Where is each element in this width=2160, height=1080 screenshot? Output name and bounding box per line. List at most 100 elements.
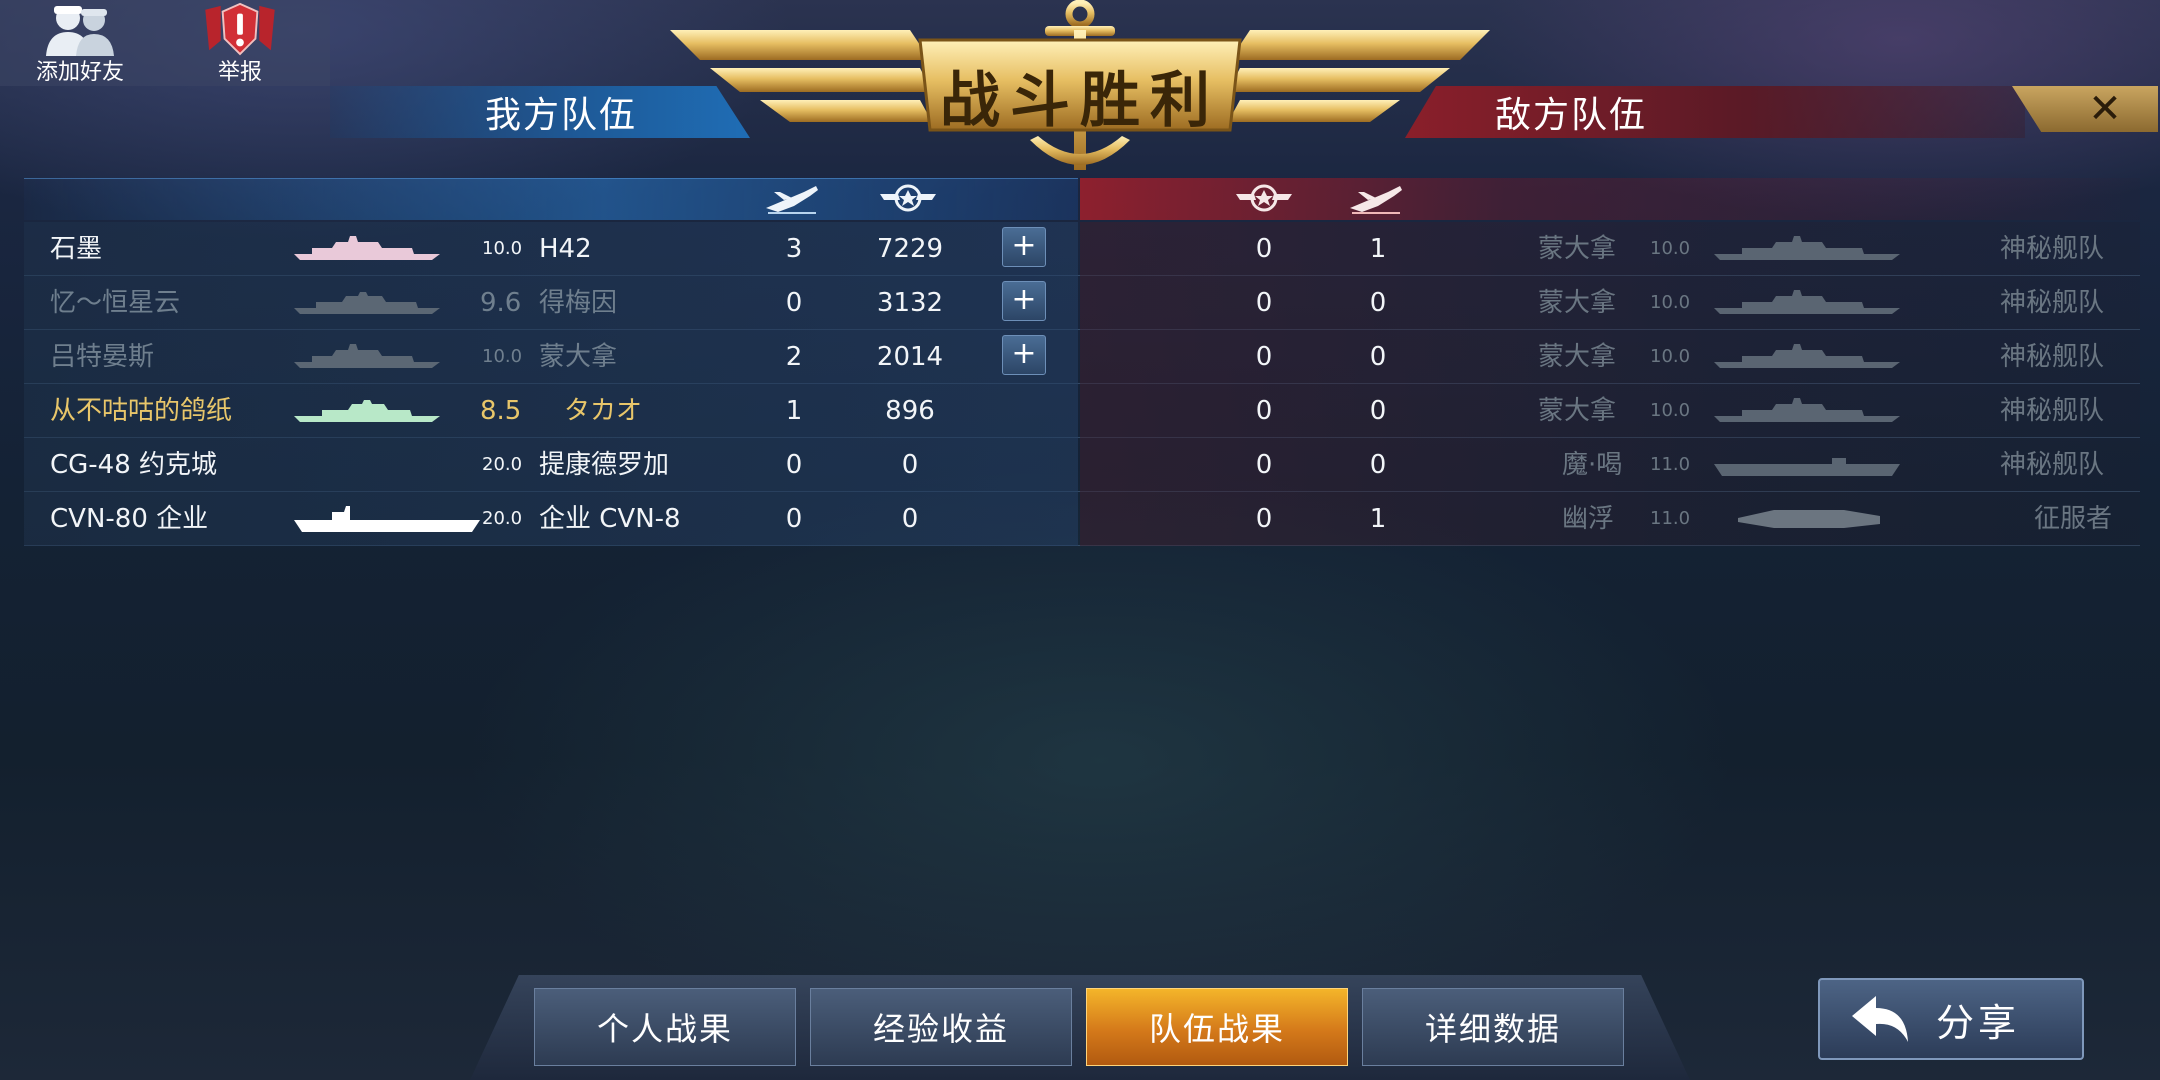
enemy-ship-silhouette-icon: [1714, 236, 1900, 260]
report-button[interactable]: 举报: [160, 0, 320, 86]
ally-score: 3132: [876, 288, 944, 318]
ally-score: 2014: [876, 342, 944, 372]
enemy-ship-name: 幽浮: [1562, 504, 1615, 534]
carrier-silhouette-icon: [294, 506, 480, 532]
victory-title: 战斗胜利: [940, 66, 1220, 136]
ally-ship-level: 8.5: [480, 396, 522, 426]
enemy-ship-level: 10.0: [1650, 400, 1691, 421]
enemy-ship-silhouette-icon: [1714, 344, 1900, 368]
scoreboard-rows: 石墨 10.0 H42 3 7229 + 0 1 蒙大拿 10.0 神秘舰队 忆…: [24, 222, 2140, 546]
add-friend-plus-button[interactable]: +: [1002, 227, 1046, 267]
table-row: 石墨 10.0 H42 3 7229 + 0 1 蒙大拿 10.0 神秘舰队: [24, 222, 2140, 276]
report-shield-icon: [205, 2, 275, 56]
enemy-score: 0: [1255, 450, 1273, 480]
ally-ship-level: 9.6: [480, 288, 522, 318]
enemy-kills: 0: [1369, 450, 1387, 480]
plane-icon: [1350, 186, 1402, 214]
enemy-kills: 1: [1369, 234, 1387, 264]
table-row: 吕特晏斯 10.0 蒙大拿 2 2014 + 0 0 蒙大拿 10.0 神秘舰队: [24, 330, 2140, 384]
ally-score: 7229: [876, 234, 944, 264]
enemy-score: 0: [1255, 396, 1273, 426]
social-panel: 添加好友 举报: [0, 0, 330, 86]
add-friend-plus-button[interactable]: +: [1002, 335, 1046, 375]
ally-kills: 1: [785, 396, 803, 426]
tab-team-results[interactable]: 队伍战果: [1086, 988, 1348, 1066]
ally-ship-level: 20.0: [482, 454, 523, 475]
table-row: CVN-80 企业 20.0 企业 CVN-8 0 0 0 1 幽浮 11.0 …: [24, 492, 2140, 546]
scoreboard-icon-header: [24, 178, 2140, 220]
enemy-ship-silhouette-icon: [1714, 290, 1900, 314]
enemy-player-name: 征服者: [2034, 504, 2113, 534]
enemy-ship-level: 10.0: [1650, 292, 1691, 313]
enemy-score: 0: [1255, 504, 1273, 534]
enemy-ship-silhouette-icon: [1714, 398, 1900, 422]
tab-personal-results[interactable]: 个人战果: [534, 988, 796, 1066]
enemy-ship-name: 蒙大拿: [1538, 396, 1617, 426]
ally-ship-name: 蒙大拿: [539, 342, 618, 372]
enemy-score: 0: [1255, 342, 1273, 372]
ally-ship-name: H42: [539, 234, 592, 264]
ally-ship-name: 提康德罗加: [539, 450, 670, 480]
wings-emblem-icon: [1236, 184, 1292, 212]
ally-kills: 3: [785, 234, 803, 264]
table-row: CG-48 约克城 20.0 提康德罗加 0 0 0 0 魔·喝 11.0 神秘…: [24, 438, 2140, 492]
enemy-ship-level: 10.0: [1650, 238, 1691, 259]
enemy-score: 0: [1255, 234, 1273, 264]
ufo-silhouette-icon: [1738, 510, 1880, 528]
enemy-player-name: 神秘舰队: [2000, 234, 2105, 264]
cruiser-silhouette-icon: [294, 292, 440, 314]
ally-ship-level: 10.0: [482, 346, 523, 367]
ally-kills: 0: [785, 450, 803, 480]
sailors-icon: [46, 6, 114, 56]
ally-player-name: 石墨: [50, 234, 103, 264]
add-friend-label: 添加好友: [35, 60, 124, 85]
table-row-self: 从不咕咕的鸽纸 8.5 タカオ 1 896 0 0 蒙大拿 10.0 神秘舰队: [24, 384, 2140, 438]
victory-emblem: 战斗胜利: [670, 0, 1490, 180]
share-label: 分享: [1936, 1000, 2021, 1045]
enemy-ship-name: 魔·喝: [1562, 450, 1623, 480]
enemy-ship-level: 11.0: [1650, 508, 1691, 529]
ally-player-name: 从不咕咕的鸽纸: [50, 396, 233, 426]
wings-emblem-icon: [880, 184, 936, 212]
ally-score: 0: [901, 504, 919, 534]
enemy-kills: 0: [1369, 342, 1387, 372]
share-button[interactable]: 分享: [1818, 978, 2084, 1060]
plane-icon: [766, 186, 818, 214]
enemy-ship-name: 蒙大拿: [1538, 342, 1617, 372]
carrier-silhouette-icon: [1714, 458, 1900, 476]
battleship-silhouette-icon: [294, 236, 440, 260]
enemy-player-name: 神秘舰队: [2000, 342, 2105, 372]
enemy-player-name: 神秘舰队: [2000, 288, 2105, 318]
ally-ship-name: 企业 CVN-8: [539, 504, 681, 534]
tab-experience-earnings[interactable]: 经验收益: [810, 988, 1072, 1066]
ally-ship-level: 20.0: [482, 508, 523, 529]
ally-player-name: CG-48 约克城: [50, 450, 218, 480]
enemy-team-label: 敌方队伍: [1405, 86, 2025, 138]
enemy-kills: 0: [1369, 288, 1387, 318]
ally-player-name: 吕特晏斯: [50, 342, 155, 372]
plus-icon: +: [1011, 228, 1037, 263]
add-friend-button[interactable]: 添加好友: [0, 0, 160, 86]
ally-player-name: 忆～恒星云: [50, 288, 181, 318]
enemy-ship-name: 蒙大拿: [1538, 234, 1617, 264]
enemy-ship-level: 11.0: [1650, 454, 1691, 475]
close-icon: ✕: [2088, 86, 2122, 132]
enemy-kills: 1: [1369, 504, 1387, 534]
enemy-player-name: 神秘舰队: [2000, 450, 2105, 480]
tab-detailed-data[interactable]: 详细数据: [1362, 988, 1624, 1066]
cruiser-silhouette-icon: [294, 400, 440, 422]
add-friend-plus-button[interactable]: +: [1002, 281, 1046, 321]
plus-icon: +: [1011, 336, 1037, 371]
team-scoreboard: 石墨 10.0 H42 3 7229 + 0 1 蒙大拿 10.0 神秘舰队 忆…: [24, 178, 2140, 546]
ally-ship-level: 10.0: [482, 238, 523, 259]
ally-player-name: CVN-80 企业: [50, 504, 209, 534]
enemy-player-name: 神秘舰队: [2000, 396, 2105, 426]
ally-kills: 2: [785, 342, 803, 372]
ally-ship-name: タカオ: [564, 396, 643, 426]
plus-icon: +: [1011, 282, 1037, 317]
ally-score: 896: [885, 396, 935, 426]
ally-kills: 0: [785, 288, 803, 318]
back-arrow-icon: [1852, 996, 1908, 1042]
ally-kills: 0: [785, 504, 803, 534]
enemy-score: 0: [1255, 288, 1273, 318]
